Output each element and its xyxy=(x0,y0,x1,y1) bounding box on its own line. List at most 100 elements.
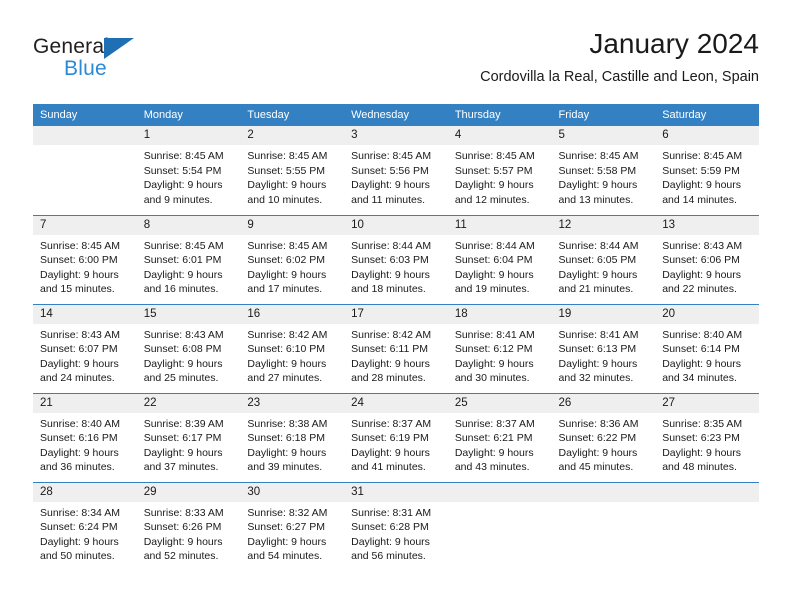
calendar-day-cell[interactable]: 1 Sunrise: 8:45 AM Sunset: 5:54 PM Daylight… xyxy=(136,126,241,215)
day-number: 10 xyxy=(344,215,448,235)
calendar-day-cell[interactable]: 19 Sunrise: 8:41 AM Sunset: 6:13 PM Dayligh… xyxy=(551,303,656,393)
day-cell-inner: 10 Sunrise: 8:44 AM Sunset: 6:03 PM Dayligh… xyxy=(344,215,448,304)
sunset-time: Sunset: 5:59 PM xyxy=(662,164,740,177)
daylight-duration-line2: and 17 minutes. xyxy=(247,283,323,296)
sunrise-time: Sunrise: 8:43 AM xyxy=(143,328,224,341)
day-details: Sunrise: 8:41 AM Sunset: 6:12 PM Daylight:… xyxy=(448,324,552,386)
day-details: Sunrise: 8:43 AM Sunset: 6:07 PM Daylight:… xyxy=(33,324,137,386)
calendar-day-cell[interactable]: 26 Sunrise: 8:36 AM Sunset: 6:22 PM Dayligh… xyxy=(551,392,656,482)
daylight-duration-line1: Daylight: 9 hours xyxy=(143,446,223,459)
day-cell-inner: 27 Sunrise: 8:35 AM Sunset: 6:23 PM Dayligh… xyxy=(655,393,759,482)
calendar-day-cell[interactable]: 18 Sunrise: 8:41 AM Sunset: 6:12 PM Dayligh… xyxy=(447,303,552,393)
calendar-day-cell[interactable]: 8 Sunrise: 8:45 AM Sunset: 6:01 PM Daylight… xyxy=(136,214,241,304)
calendar-day-cell[interactable]: 10 Sunrise: 8:44 AM Sunset: 6:03 PM Dayligh… xyxy=(344,214,448,304)
day-details: Sunrise: 8:44 AM Sunset: 6:04 PM Daylight:… xyxy=(448,235,552,297)
calendar-day-cell[interactable]: 4 Sunrise: 8:45 AM Sunset: 5:57 PM Daylight… xyxy=(447,126,552,215)
day-details: Sunrise: 8:45 AM Sunset: 5:59 PM Daylight:… xyxy=(655,145,759,207)
logo-text-general: General xyxy=(33,35,110,58)
day-cell-inner: 11 Sunrise: 8:44 AM Sunset: 6:04 PM Dayligh… xyxy=(447,215,552,304)
calendar-day-cell[interactable]: 27 Sunrise: 8:35 AM Sunset: 6:23 PM Dayligh… xyxy=(655,392,759,482)
calendar-day-cell[interactable]: 7 Sunrise: 8:45 AM Sunset: 6:00 PM Daylight… xyxy=(33,214,137,304)
sunrise-time: Sunrise: 8:37 AM xyxy=(454,417,535,430)
day-cell-inner: 12 Sunrise: 8:44 AM Sunset: 6:05 PM Dayligh… xyxy=(551,215,656,304)
calendar-day-cell[interactable]: 30 Sunrise: 8:32 AM Sunset: 6:27 PM Dayligh… xyxy=(240,481,345,571)
calendar-day-cell[interactable]: 31 Sunrise: 8:31 AM Sunset: 6:28 PM Dayligh… xyxy=(344,481,448,571)
calendar-week-row: 21 Sunrise: 8:40 AM Sunset: 6:16 PM Dayligh… xyxy=(33,392,759,482)
day-cell-inner: 14 Sunrise: 8:43 AM Sunset: 6:07 PM Dayligh… xyxy=(33,304,137,393)
day-details: Sunrise: 8:45 AM Sunset: 6:00 PM Daylight:… xyxy=(33,235,137,297)
day-number: 25 xyxy=(447,393,552,413)
day-cell-inner: 6 Sunrise: 8:45 AM Sunset: 5:59 PM Daylight… xyxy=(655,126,759,215)
sunset-time: Sunset: 5:55 PM xyxy=(247,164,326,177)
calendar-day-cell[interactable]: 29 Sunrise: 8:33 AM Sunset: 6:26 PM Dayligh… xyxy=(136,481,241,572)
sunrise-time: Sunrise: 8:37 AM xyxy=(351,417,432,430)
sunset-time: Sunset: 6:28 PM xyxy=(351,521,429,534)
calendar-day-cell[interactable]: 15 Sunrise: 8:43 AM Sunset: 6:08 PM Dayligh… xyxy=(136,303,241,393)
calendar-day-cell[interactable]: 20 Sunrise: 8:40 AM Sunset: 6:14 PM Dayligh… xyxy=(655,303,759,393)
calendar-day-cell[interactable]: 17 Sunrise: 8:42 AM Sunset: 6:11 PM Dayligh… xyxy=(344,303,448,393)
calendar-day-cell[interactable]: 24 Sunrise: 8:37 AM Sunset: 6:19 PM Dayligh… xyxy=(344,392,448,482)
calendar-day-cell-empty xyxy=(33,126,137,215)
sunset-time: Sunset: 6:08 PM xyxy=(143,343,222,356)
sunset-time: Sunset: 6:16 PM xyxy=(40,432,118,445)
day-cell-inner: 29 Sunrise: 8:33 AM Sunset: 6:26 PM Dayligh… xyxy=(136,482,241,572)
day-number: 5 xyxy=(551,126,656,145)
sunrise-time: Sunrise: 8:41 AM xyxy=(558,328,639,341)
sunrise-time: Sunrise: 8:35 AM xyxy=(662,417,743,430)
calendar-day-cell[interactable]: 12 Sunrise: 8:44 AM Sunset: 6:05 PM Dayligh… xyxy=(551,214,656,304)
daylight-duration-line2: and 21 minutes. xyxy=(558,283,634,296)
calendar-day-cell[interactable]: 21 Sunrise: 8:40 AM Sunset: 6:16 PM Dayligh… xyxy=(33,392,137,482)
day-cell-inner: 15 Sunrise: 8:43 AM Sunset: 6:08 PM Dayligh… xyxy=(136,304,241,393)
day-details: Sunrise: 8:37 AM Sunset: 6:19 PM Daylight:… xyxy=(344,413,448,475)
calendar-day-cell[interactable]: 3 Sunrise: 8:45 AM Sunset: 5:56 PM Daylight… xyxy=(344,126,448,215)
daylight-duration-line2: and 36 minutes. xyxy=(40,461,115,474)
day-details: Sunrise: 8:36 AM Sunset: 6:22 PM Daylight:… xyxy=(552,413,656,475)
calendar-day-cell[interactable]: 25 Sunrise: 8:37 AM Sunset: 6:21 PM Dayligh… xyxy=(447,392,552,482)
day-number: 12 xyxy=(551,215,656,235)
day-cell-inner: 24 Sunrise: 8:37 AM Sunset: 6:19 PM Dayligh… xyxy=(344,393,448,482)
sunrise-time: Sunrise: 8:36 AM xyxy=(558,417,639,430)
day-number: 31 xyxy=(344,482,448,502)
calendar-day-cell[interactable]: 11 Sunrise: 8:44 AM Sunset: 6:04 PM Dayligh… xyxy=(447,214,552,304)
day-number: 29 xyxy=(136,482,241,502)
day-cell-inner: 3 Sunrise: 8:45 AM Sunset: 5:56 PM Daylight… xyxy=(344,126,448,215)
sunrise-time: Sunrise: 8:44 AM xyxy=(558,239,639,252)
sunset-time: Sunset: 6:00 PM xyxy=(40,254,118,267)
calendar-day-cell[interactable]: 9 Sunrise: 8:45 AM Sunset: 6:02 PM Daylight… xyxy=(240,214,345,304)
sunrise-time: Sunrise: 8:34 AM xyxy=(40,506,120,519)
daylight-duration-line2: and 56 minutes. xyxy=(351,550,426,563)
day-number: 27 xyxy=(655,393,759,413)
sunset-time: Sunset: 6:13 PM xyxy=(558,343,637,356)
calendar-day-cell[interactable]: 13 Sunrise: 8:43 AM Sunset: 6:06 PM Dayligh… xyxy=(655,214,759,304)
calendar-day-cell[interactable]: 6 Sunrise: 8:45 AM Sunset: 5:59 PM Daylight… xyxy=(655,126,759,215)
day-details: Sunrise: 8:45 AM Sunset: 5:54 PM Daylight:… xyxy=(137,145,241,207)
day-cell-inner xyxy=(551,482,656,572)
day-number: 1 xyxy=(136,126,241,145)
calendar-page: General Blue January 2024 Cordovilla la … xyxy=(0,0,792,612)
calendar-day-cell[interactable]: 5 Sunrise: 8:45 AM Sunset: 5:58 PM Daylight… xyxy=(551,126,656,215)
daylight-duration-line2: and 27 minutes. xyxy=(247,372,323,385)
sunrise-time: Sunrise: 8:45 AM xyxy=(40,239,120,252)
daylight-duration-line2: and 39 minutes. xyxy=(247,461,323,474)
calendar-day-cell[interactable]: 28 Sunrise: 8:34 AM Sunset: 6:24 PM Dayligh… xyxy=(33,481,137,571)
day-details: Sunrise: 8:43 AM Sunset: 6:08 PM Daylight:… xyxy=(137,324,241,386)
calendar-day-cell[interactable]: 23 Sunrise: 8:38 AM Sunset: 6:18 PM Dayligh… xyxy=(240,392,345,482)
day-number: 4 xyxy=(447,126,552,145)
calendar-week-row: 28 Sunrise: 8:34 AM Sunset: 6:24 PM Dayligh… xyxy=(33,481,759,572)
calendar-day-cell[interactable]: 22 Sunrise: 8:39 AM Sunset: 6:17 PM Dayligh… xyxy=(136,392,241,482)
calendar-day-cell[interactable]: 14 Sunrise: 8:43 AM Sunset: 6:07 PM Dayligh… xyxy=(33,303,137,393)
day-details: Sunrise: 8:31 AM Sunset: 6:28 PM Daylight:… xyxy=(344,502,448,564)
day-cell-inner xyxy=(447,482,552,572)
sunset-time: Sunset: 6:02 PM xyxy=(247,254,326,267)
calendar-day-cell[interactable]: 2 Sunrise: 8:45 AM Sunset: 5:55 PM Daylight… xyxy=(240,126,345,215)
day-number: 13 xyxy=(655,215,759,235)
day-number: 14 xyxy=(33,304,137,324)
daylight-duration-line2: and 10 minutes. xyxy=(247,193,323,206)
calendar-day-cell[interactable]: 16 Sunrise: 8:42 AM Sunset: 6:10 PM Dayligh… xyxy=(240,303,345,393)
day-cell-inner: 18 Sunrise: 8:41 AM Sunset: 6:12 PM Dayligh… xyxy=(447,304,552,393)
day-cell-inner: 26 Sunrise: 8:36 AM Sunset: 6:22 PM Dayligh… xyxy=(551,393,656,482)
day-number: 24 xyxy=(344,393,448,413)
day-number: 6 xyxy=(655,126,759,145)
daylight-duration-line1: Daylight: 9 hours xyxy=(247,268,327,281)
daylight-duration-line1: Daylight: 9 hours xyxy=(662,357,742,370)
